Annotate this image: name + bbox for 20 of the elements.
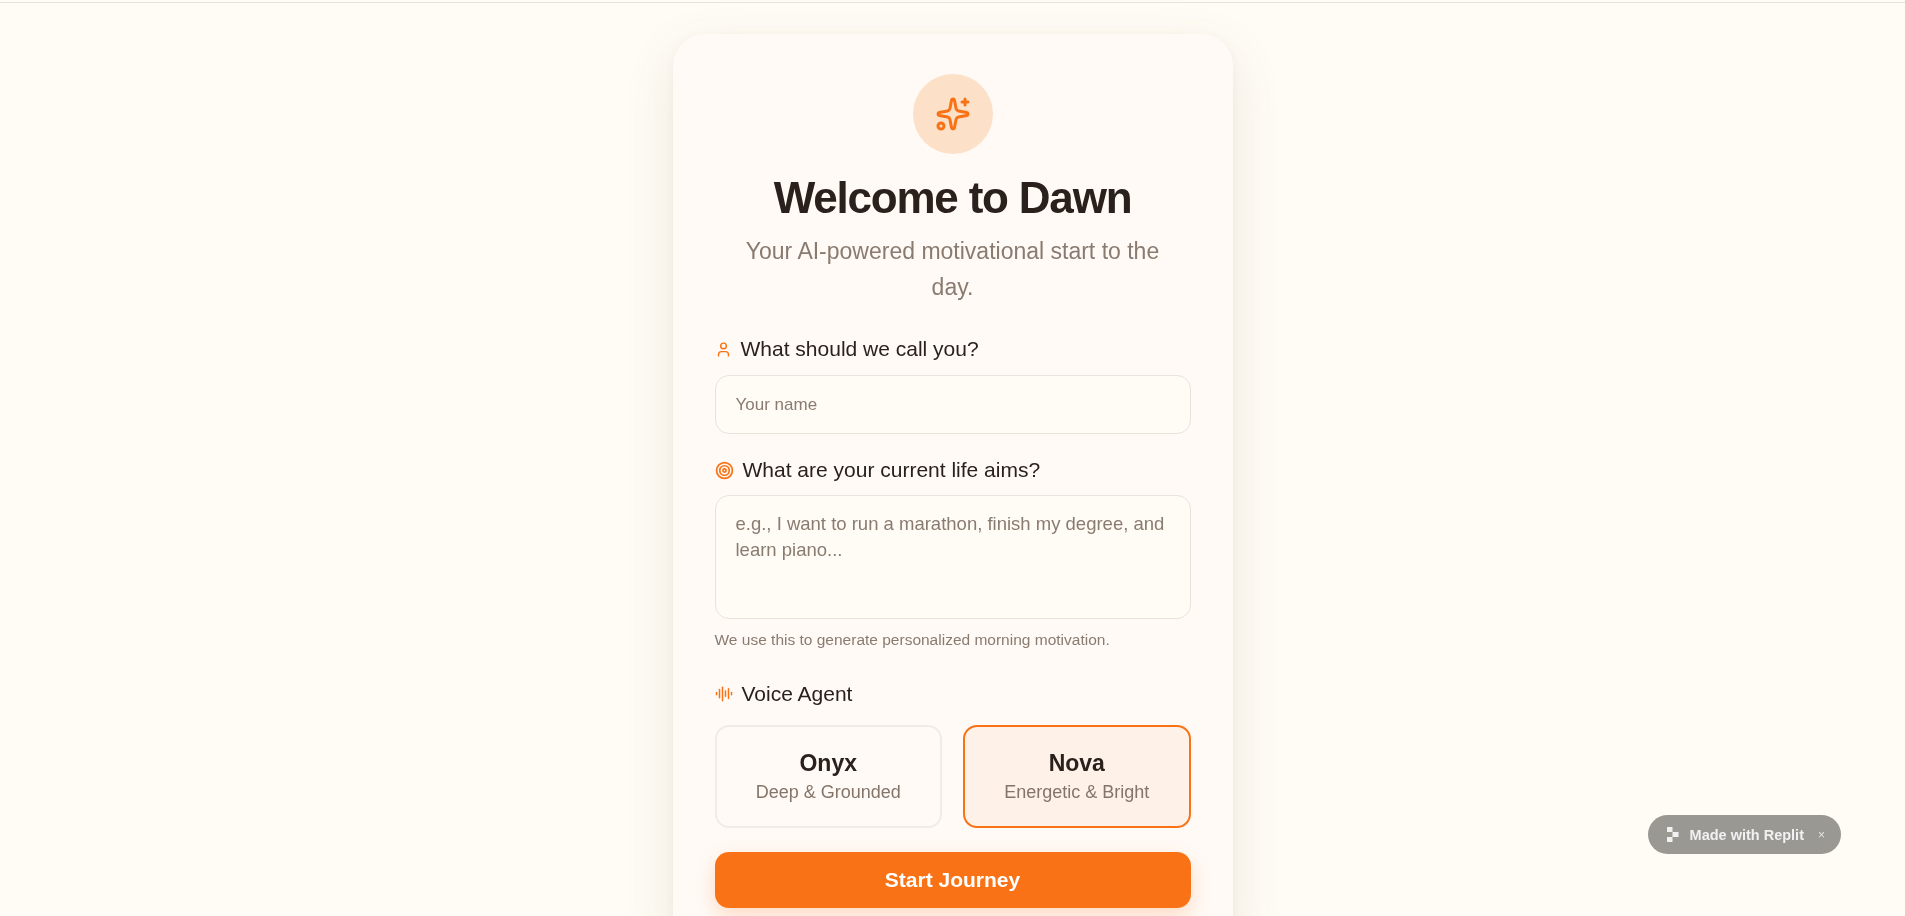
field-hint: We use this to generate personalized morning motivation.: [714, 630, 1111, 650]
start-journey-button[interactable]: Start Journey: [714, 852, 1191, 908]
voice-option[interactable]: Nova Energetic & Bright: [963, 725, 1191, 828]
voice-name: Onyx: [799, 750, 857, 777]
field-label: What should we call you?: [740, 337, 979, 361]
voice-description: Energetic & Bright: [1004, 782, 1150, 803]
welcome-subtitle: Your AI-powered motivational start to the day.: [744, 237, 1161, 302]
name-input[interactable]: Your name: [714, 375, 1191, 434]
replit-logo-icon: [1665, 826, 1680, 843]
field-label: What are your current life aims?: [742, 458, 1041, 482]
voice-name: Nova: [1048, 750, 1105, 777]
welcome-title: Welcome to Dawn: [772, 173, 1133, 223]
aims-textarea[interactable]: e.g., I want to run a marathon, finish my degree, and learn piano...: [714, 495, 1191, 619]
voice-agent-label: Voice Agent: [741, 682, 853, 706]
voice-option[interactable]: Onyx Deep & Grounded: [714, 725, 942, 828]
audio-waveform-icon: [714, 685, 733, 703]
made-with-link[interactable]: Made with Replit: [1689, 826, 1804, 843]
voice-description: Deep & Grounded: [755, 782, 901, 803]
target-icon: [714, 460, 734, 480]
close-button[interactable]: ×: [1814, 827, 1825, 842]
